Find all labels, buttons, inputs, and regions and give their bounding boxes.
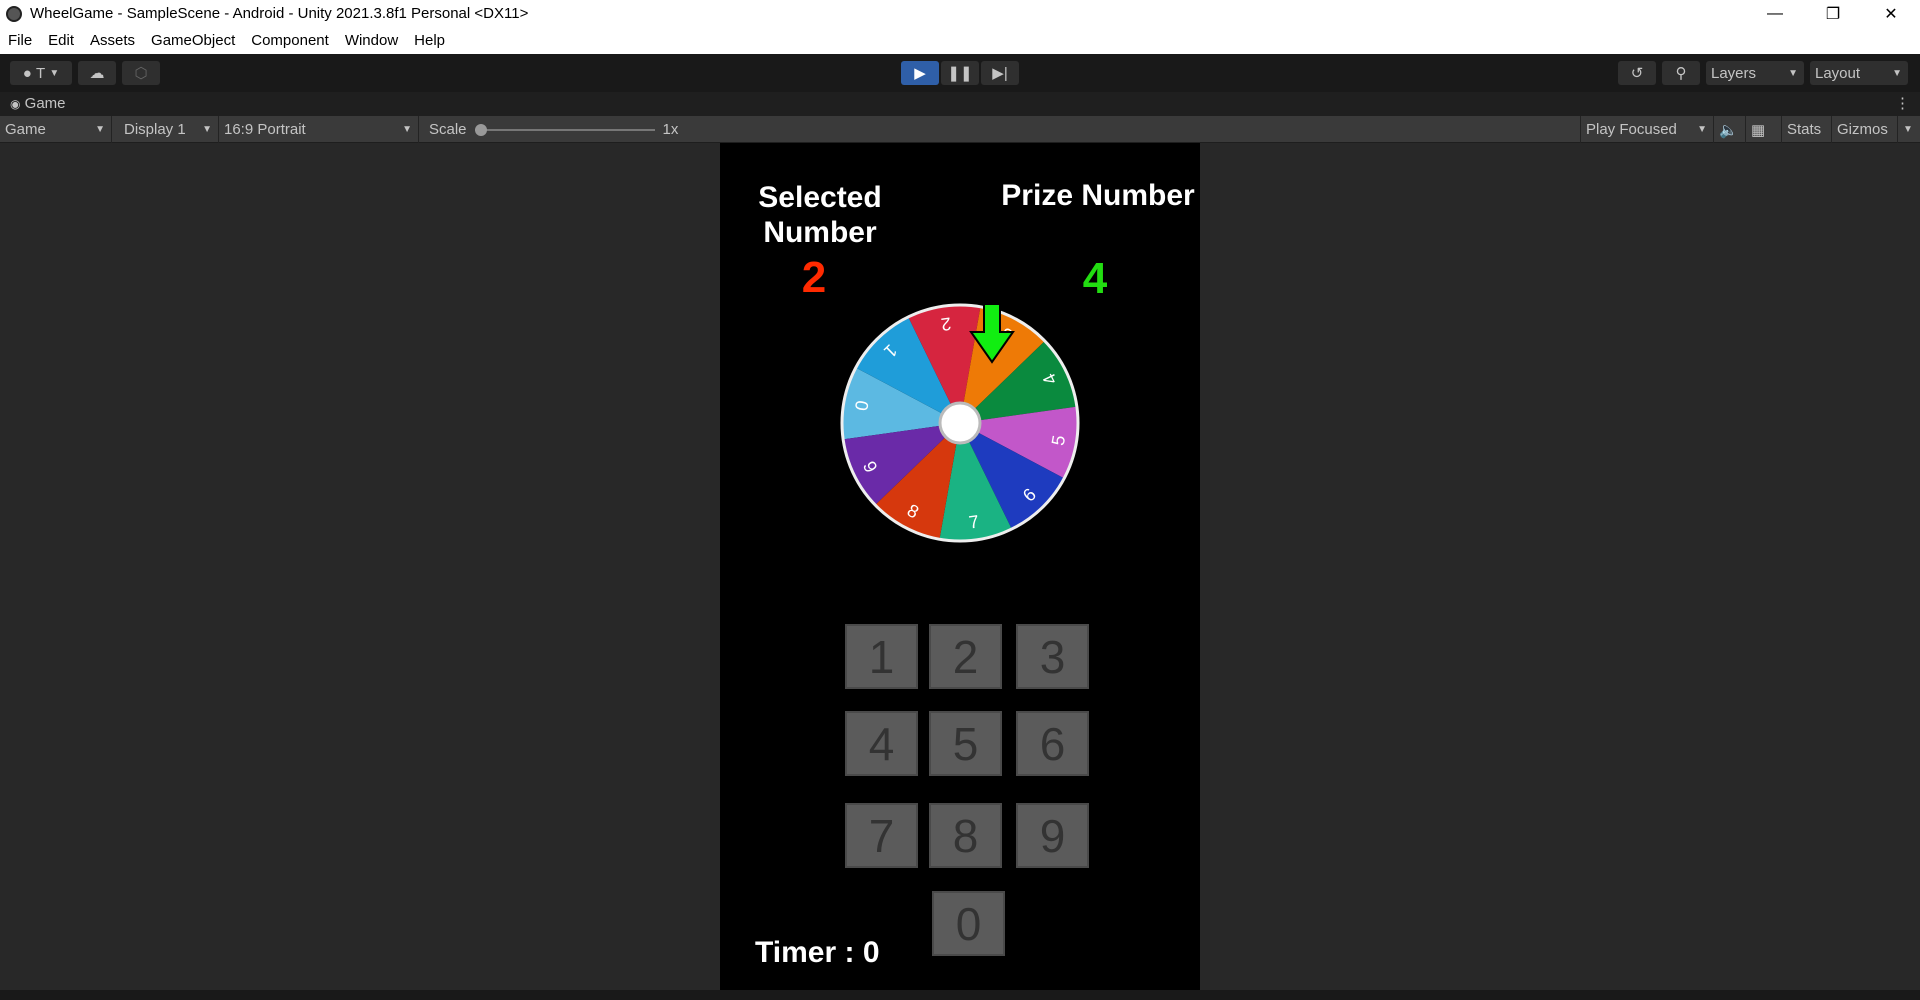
- number-button-3[interactable]: 3: [1016, 624, 1089, 689]
- selected-number-label: Selected Number: [758, 181, 882, 249]
- close-button[interactable]: ✕: [1862, 0, 1920, 27]
- collab-icon: ⬡: [134, 65, 148, 82]
- pause-icon: ❚❚: [947, 65, 973, 82]
- aspect-dropdown[interactable]: 16:9 Portrait ▼: [219, 116, 419, 143]
- keyboard-icon: ▦: [1751, 121, 1766, 139]
- stats-button[interactable]: Stats: [1782, 116, 1832, 143]
- step-icon: ▶|: [992, 65, 1008, 82]
- menu-bar: File Edit Assets GameObject Component Wi…: [0, 27, 1920, 54]
- gizmos-button[interactable]: Gizmos: [1832, 116, 1898, 143]
- history-icon: ↺: [1630, 65, 1644, 82]
- number-button-7[interactable]: 7: [845, 803, 918, 868]
- layers-dropdown[interactable]: Layers ▼: [1706, 61, 1804, 85]
- scale-control: Scale 1x: [429, 121, 679, 138]
- menu-edit[interactable]: Edit: [40, 32, 82, 49]
- game-view-toolbar: Game ▼ Display 1 ▼ 16:9 Portrait ▼ Scale 1x…: [0, 116, 1920, 143]
- wheel-hub: [938, 401, 982, 445]
- search-button[interactable]: ⚲: [1662, 61, 1700, 85]
- history-button[interactable]: ↺: [1618, 61, 1656, 85]
- menu-help[interactable]: Help: [406, 32, 453, 49]
- game-screen[interactable]: Selected Number 2 Prize Number 4 0123456…: [720, 143, 1200, 990]
- more-options-icon[interactable]: ⋮: [1895, 94, 1910, 112]
- timer-text: Timer : 0: [755, 936, 880, 969]
- number-button-1[interactable]: 1: [845, 624, 918, 689]
- prize-number-label: Prize Number: [1001, 179, 1195, 212]
- menu-gameobject[interactable]: GameObject: [143, 32, 243, 49]
- account-icon: ●: [22, 64, 36, 82]
- number-button-8[interactable]: 8: [929, 803, 1002, 868]
- collab-button[interactable]: ⬡: [122, 61, 160, 85]
- window-title: WheelGame - SampleScene - Android - Unit…: [30, 5, 529, 22]
- spin-wheel[interactable]: 0123456789: [830, 293, 1090, 553]
- layout-dropdown[interactable]: Layout ▼: [1810, 61, 1908, 85]
- minimize-button[interactable]: —: [1746, 0, 1804, 27]
- status-bar: [0, 990, 1920, 1000]
- number-button-0[interactable]: 0: [932, 891, 1005, 956]
- step-button[interactable]: ▶|: [981, 61, 1019, 85]
- gamepad-icon: ◉: [10, 96, 21, 111]
- main-toolbar: ● T ▼ ☁ ⬡ ▶ ❚❚ ▶| ↺ ⚲ Layers ▼ Layout ▼: [0, 54, 1920, 92]
- unity-logo-icon: [6, 5, 22, 22]
- menu-window[interactable]: Window: [337, 32, 406, 49]
- menu-file[interactable]: File: [0, 32, 40, 49]
- chevron-down-icon: ▼: [1903, 124, 1913, 135]
- menu-assets[interactable]: Assets: [82, 32, 143, 49]
- number-button-2[interactable]: 2: [929, 624, 1002, 689]
- mute-audio-button[interactable]: 🔈: [1714, 116, 1746, 143]
- display-dropdown[interactable]: Display 1 ▼: [119, 116, 219, 143]
- gizmos-dropdown[interactable]: ▼: [1898, 116, 1920, 143]
- shortcuts-button[interactable]: ▦: [1746, 116, 1782, 143]
- number-button-5[interactable]: 5: [929, 711, 1002, 776]
- number-button-9[interactable]: 9: [1016, 803, 1089, 868]
- mode-dropdown[interactable]: Game ▼: [0, 116, 112, 143]
- pointer-arrow-icon: [969, 303, 1015, 364]
- pause-button[interactable]: ❚❚: [941, 61, 979, 85]
- play-focused-dropdown[interactable]: Play Focused ▼: [1580, 116, 1714, 143]
- play-button[interactable]: ▶: [901, 61, 939, 85]
- cloud-button[interactable]: ☁: [78, 61, 116, 85]
- scale-slider-handle[interactable]: [474, 123, 487, 136]
- menu-component[interactable]: Component: [243, 32, 337, 49]
- search-icon: ⚲: [1675, 65, 1687, 82]
- tab-game[interactable]: ◉ Game: [10, 95, 66, 112]
- tab-bar: ◉ Game ⋮: [0, 92, 1920, 116]
- account-dropdown[interactable]: ● T ▼: [10, 61, 72, 85]
- speaker-icon: 🔈: [1719, 121, 1738, 139]
- cloud-icon: ☁: [89, 65, 105, 82]
- restore-button[interactable]: ❐: [1804, 0, 1862, 27]
- scale-slider[interactable]: [474, 123, 655, 137]
- number-button-6[interactable]: 6: [1016, 711, 1089, 776]
- play-icon: ▶: [914, 65, 926, 82]
- title-bar: WheelGame - SampleScene - Android - Unit…: [0, 0, 1920, 27]
- number-button-4[interactable]: 4: [845, 711, 918, 776]
